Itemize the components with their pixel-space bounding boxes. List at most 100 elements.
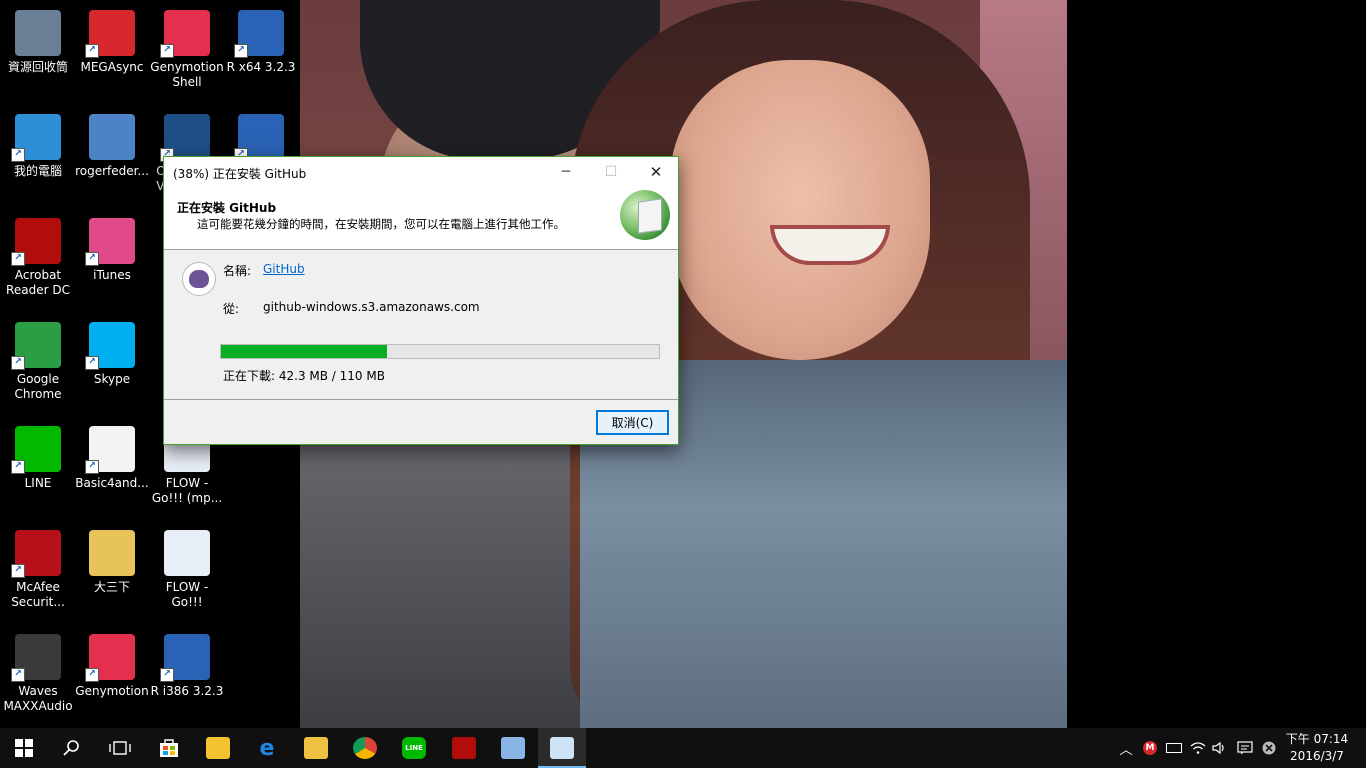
desktop-icon-label: 我的電腦 <box>13 164 62 178</box>
installer-globe-icon <box>620 190 670 240</box>
desktop-icon[interactable]: ↗ LINE <box>0 416 76 491</box>
desktop-icon-label: LINE <box>24 476 52 490</box>
desktop-icon[interactable]: ↗ Waves MAXXAudio <box>0 624 76 714</box>
pinned-app-1[interactable] <box>194 728 242 768</box>
computer-icon: ↗ <box>11 114 61 162</box>
task-view-button[interactable] <box>96 728 144 768</box>
paint-icon <box>501 737 525 759</box>
installer-button[interactable] <box>538 728 586 768</box>
chrome-icon: ↗ <box>11 322 61 370</box>
desktop-icon-label: Basic4and... <box>75 476 149 490</box>
explorer-button[interactable] <box>292 728 340 768</box>
line-button[interactable]: LINE <box>390 728 438 768</box>
virtualbox-icon: ↗ <box>160 114 210 162</box>
desktop-icon-label: FLOW - Go!!! (mp... <box>151 476 223 505</box>
desktop-icon[interactable]: rogerfeder... <box>74 104 150 179</box>
acrobat-icon <box>452 737 476 759</box>
maximize-button: ☐ <box>604 164 618 180</box>
start-button[interactable] <box>0 728 48 768</box>
wallpaper-person-2-face <box>670 60 930 360</box>
desktop-icon-label: R i386 3.2.3 <box>150 684 224 698</box>
skype-icon: ↗ <box>85 322 135 370</box>
folder-icon <box>304 737 328 759</box>
desktop-icon-label: 大三下 <box>93 580 130 594</box>
dialog-titlebar[interactable]: (38%) 正在安裝 GitHub ─ ☐ ✕ <box>164 157 678 187</box>
image-file-icon <box>89 114 135 160</box>
store-button[interactable] <box>145 728 193 768</box>
dialog-header: 正在安裝 GitHub 這可能要花幾分鐘的時間，在安裝期間，您可以在電腦上進行其… <box>164 187 678 250</box>
input-method-icon[interactable] <box>1236 728 1254 768</box>
mega-icon: ↗ <box>85 10 135 58</box>
desktop-icon[interactable]: ↗ Genymotion Shell <box>149 0 225 90</box>
acrobat-button[interactable] <box>440 728 488 768</box>
desktop-icon[interactable]: ↗ R x64 3.2.3 <box>223 0 299 75</box>
minimize-button[interactable]: ─ <box>543 157 589 187</box>
mcafee-icon: ↗ <box>11 530 61 578</box>
desktop-icon-label: 資源回收筒 <box>7 60 68 74</box>
desktop-icon-label: FLOW - Go!!! <box>165 580 209 609</box>
shortcut-arrow-icon: ↗ <box>11 460 25 474</box>
paint-button[interactable] <box>489 728 537 768</box>
desktop-icon[interactable]: ↗ iTunes <box>74 208 150 283</box>
desktop-icon-label: rogerfeder... <box>75 164 149 178</box>
installer-dialog: (38%) 正在安裝 GitHub ─ ☐ ✕ 正在安裝 GitHub 這可能要… <box>163 156 679 445</box>
edge-icon: e <box>259 735 275 761</box>
shortcut-arrow-icon: ↗ <box>234 44 248 58</box>
notification-close-icon[interactable] <box>1260 728 1278 768</box>
shortcut-arrow-icon: ↗ <box>11 148 25 162</box>
desktop-icon[interactable]: ↗ 我的電腦 <box>0 104 76 179</box>
clock-time: 下午 07:14 <box>1285 732 1349 746</box>
installer-icon <box>550 737 574 759</box>
shortcut-arrow-icon: ↗ <box>160 44 174 58</box>
search-icon <box>60 737 84 759</box>
desktop-icon[interactable]: 大三下 <box>74 520 150 595</box>
from-value: github-windows.s3.amazonaws.com <box>263 300 480 314</box>
shortcut-arrow-icon: ↗ <box>11 252 25 266</box>
desktop-icon[interactable]: FLOW - Go!!! <box>149 520 225 610</box>
line-icon: ↗ <box>11 426 61 474</box>
desktop-icon-label: Genymotion Shell <box>150 60 224 89</box>
mega-tray-icon[interactable]: M <box>1142 728 1158 768</box>
app-name-link[interactable]: GitHub <box>263 262 305 276</box>
battery-icon[interactable] <box>1166 728 1182 768</box>
taskbar-clock[interactable]: 下午 07:14 2016/3/7 <box>1284 731 1350 765</box>
desktop-icon[interactable]: ↗ McAfee Securit... <box>0 520 76 610</box>
task-view-icon <box>108 737 132 759</box>
edge-button[interactable]: e <box>243 728 291 768</box>
taskbar: e LINE ︿ M 下午 07:14 2016/3/7 <box>0 728 1366 768</box>
shortcut-arrow-icon: ↗ <box>85 44 99 58</box>
desktop-icon-label: Acrobat Reader DC <box>6 268 70 297</box>
volume-icon[interactable] <box>1212 728 1228 768</box>
show-hidden-icons-chevron-icon[interactable]: ︿ <box>1116 728 1136 768</box>
download-status: 正在下載: 42.3 MB / 110 MB <box>223 369 385 383</box>
desktop-icon[interactable]: ↗ MEGAsync <box>74 0 150 75</box>
desktop-icon[interactable]: ↗ Acrobat Reader DC <box>0 208 76 298</box>
desktop-icon[interactable]: ↗ R i386 3.2.3 <box>149 624 225 699</box>
desktop-icon[interactable]: ↗ Google Chrome <box>0 312 76 402</box>
desktop-icon-label: iTunes <box>93 268 131 282</box>
desktop-icon-label: MEGAsync <box>80 60 144 74</box>
wifi-icon[interactable] <box>1190 728 1206 768</box>
windows-icon <box>12 737 36 759</box>
waves-icon: ↗ <box>11 634 61 682</box>
shortcut-arrow-icon: ↗ <box>85 356 99 370</box>
desktop-icon[interactable]: ↗ Skype <box>74 312 150 387</box>
desktop-icon-label: McAfee Securit... <box>11 580 65 609</box>
desktop-icon[interactable]: ↗ Basic4and... <box>74 416 150 491</box>
shortcut-arrow-icon: ↗ <box>85 460 99 474</box>
chrome-button[interactable] <box>341 728 389 768</box>
shortcut-arrow-icon: ↗ <box>11 564 25 578</box>
desktop-icon[interactable]: ↗ Genymotion <box>74 624 150 699</box>
close-button[interactable]: ✕ <box>633 157 679 187</box>
dialog-heading: 正在安裝 GitHub <box>177 201 277 215</box>
desktop-icon-label: Skype <box>93 372 131 386</box>
search-button[interactable] <box>48 728 96 768</box>
basic4android-icon: ↗ <box>85 426 135 474</box>
desktop-icon[interactable]: 資源回收筒 <box>0 0 76 75</box>
desktop-icon-label: R x64 3.2.3 <box>226 60 296 74</box>
shortcut-arrow-icon: ↗ <box>11 356 25 370</box>
dialog-footer: 取消(C) <box>164 399 678 444</box>
cancel-button[interactable]: 取消(C) <box>596 410 669 435</box>
acrobat-icon: ↗ <box>11 218 61 266</box>
itunes-icon: ↗ <box>85 218 135 266</box>
